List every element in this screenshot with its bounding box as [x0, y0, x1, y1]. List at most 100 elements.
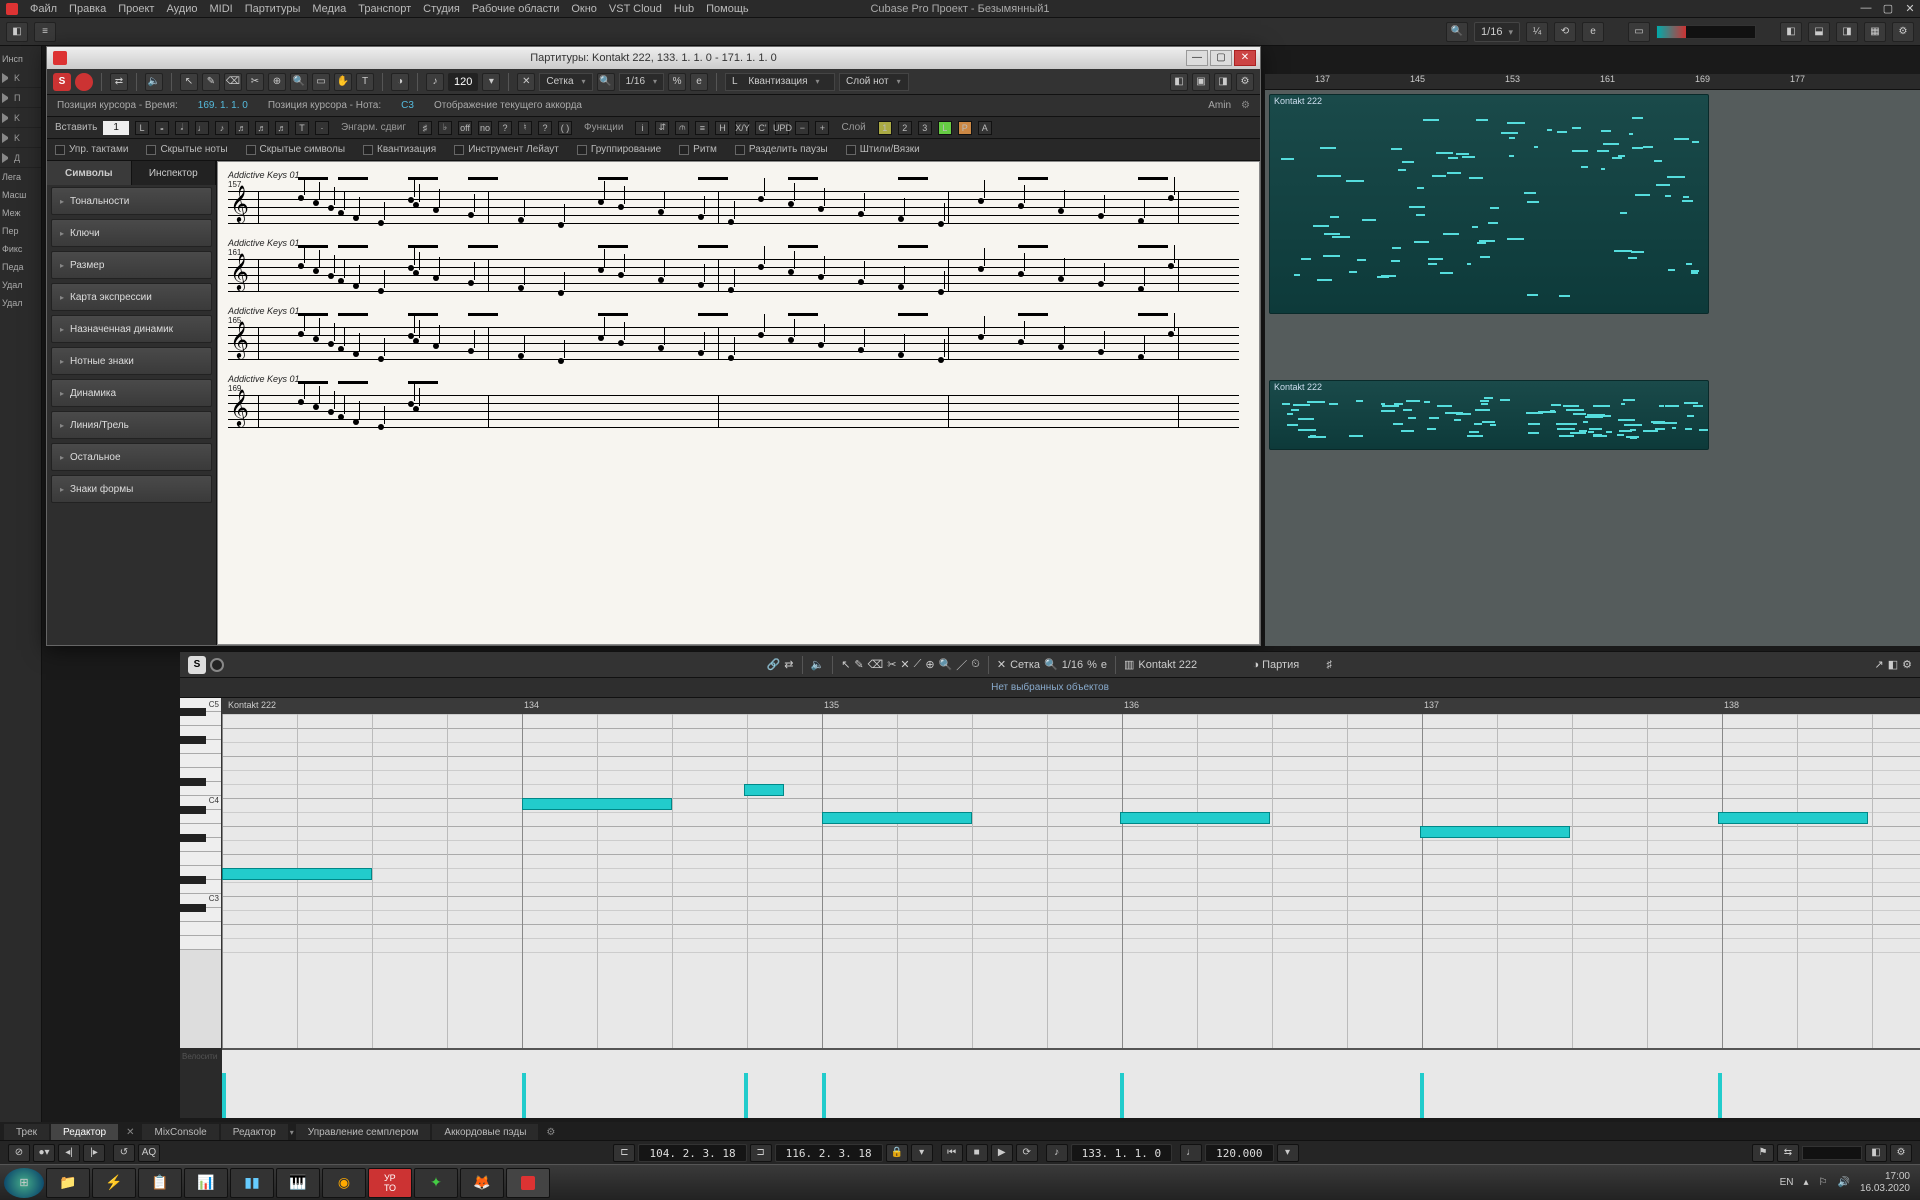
velocity-bar[interactable] [1420, 1073, 1424, 1118]
filter-quantize[interactable]: Квантизация [363, 144, 436, 155]
ke-draw-icon[interactable]: ✎ [854, 658, 863, 671]
midi-note[interactable] [1420, 826, 1570, 838]
menu-audio[interactable]: Аудио [166, 3, 197, 15]
score-close-icon[interactable]: ✕ [1234, 50, 1256, 66]
ke-showpart-icon[interactable]: ♯ [1326, 659, 1332, 671]
note-layer-dropdown[interactable]: Слой нот [839, 73, 909, 91]
locator-menu-icon[interactable]: ▾ [911, 1144, 933, 1162]
note-grid[interactable]: Kontakt 222 134135136137138 [222, 698, 1920, 1048]
quantize-label-dropdown[interactable]: L Квантизация [725, 73, 835, 91]
ke-trim-icon[interactable]: ✂ [887, 658, 896, 671]
taskbar-explorer-icon[interactable]: 📁 [46, 1168, 90, 1198]
pointer-tool-icon[interactable]: ↖ [180, 73, 198, 91]
midi-note[interactable] [222, 868, 372, 880]
menu-midi[interactable]: MIDI [209, 3, 232, 15]
transport-layout-icon[interactable]: ◧ [1865, 1144, 1887, 1162]
taskbar-keys-icon[interactable]: 🎹 [276, 1168, 320, 1198]
fn-beam-icon[interactable]: ≡ [695, 121, 709, 135]
fn-plus-icon[interactable]: + [815, 121, 829, 135]
layer-p-button[interactable]: P [958, 121, 972, 135]
ke-link-icon[interactable]: 🔗 [767, 658, 781, 671]
q-settings2-icon[interactable]: e [690, 73, 708, 91]
sync-icon[interactable]: ⇆ [1777, 1144, 1799, 1162]
snap-icon[interactable]: ✕ [517, 73, 535, 91]
tab-editor2[interactable]: Редактор [221, 1124, 288, 1141]
taskbar-stats-icon[interactable]: 📊 [184, 1168, 228, 1198]
autoscroll-icon[interactable]: ⇄ [110, 73, 128, 91]
acc-note-signs[interactable]: Нотные знаки [51, 347, 212, 375]
velocity-bar[interactable] [822, 1073, 826, 1118]
ke-quantize-dropdown[interactable]: 1/16 [1062, 659, 1083, 671]
ke-glue-icon[interactable]: ⊕ [925, 658, 934, 671]
menu-edit[interactable]: Правка [69, 3, 106, 15]
cycle-icon[interactable]: ⟳ [1016, 1144, 1038, 1162]
panel-racks-icon[interactable]: ▦ [1864, 22, 1886, 42]
taskbar-app2-icon[interactable]: УРТО [368, 1168, 412, 1198]
t-button[interactable]: T [295, 121, 309, 135]
tab-track[interactable]: Трек [4, 1124, 49, 1141]
track-row[interactable]: K [0, 128, 41, 148]
enh-no-icon[interactable]: no [478, 121, 492, 135]
close-icon[interactable]: ✕ [1904, 2, 1916, 15]
track-row[interactable]: K [0, 68, 41, 88]
fn-flip-icon[interactable]: ⇵ [655, 121, 669, 135]
erase-tool-icon[interactable]: ⌫ [224, 73, 242, 91]
tab-sampler[interactable]: Управление семплером [296, 1124, 431, 1141]
midi-note[interactable] [744, 784, 784, 796]
quantize-preset-dropdown[interactable]: 1/16 [619, 73, 664, 91]
enh-paren-icon[interactable]: ( ) [558, 121, 572, 135]
ke-autoscroll-icon[interactable]: ⇄ [784, 658, 793, 671]
acc-clefs[interactable]: Ключи [51, 219, 212, 247]
insert-value-field[interactable]: 1 [103, 121, 129, 135]
layer-a-button[interactable]: A [978, 121, 992, 135]
q-apply-icon[interactable]: ¼ [1526, 22, 1548, 42]
filter-rhythm[interactable]: Ритм [679, 144, 717, 155]
acc-dynamics-map[interactable]: Назначенная динамик [51, 315, 212, 343]
velocity-bar[interactable] [744, 1073, 748, 1118]
ke-qsettings-icon[interactable]: e [1101, 659, 1107, 671]
piano-keyboard[interactable]: C5C4C3 [180, 698, 222, 1048]
layer-l-button[interactable]: L [938, 121, 952, 135]
fn-c-icon[interactable]: C' [755, 121, 769, 135]
velocity-bar[interactable] [1718, 1073, 1722, 1118]
fn-hide-icon[interactable]: H [715, 121, 729, 135]
panel-left-icon[interactable]: ◧ [1780, 22, 1802, 42]
midi-note[interactable] [822, 812, 972, 824]
layout-tool-icon[interactable]: ▭ [312, 73, 330, 91]
arrange-ruler[interactable]: 137145153161169177 [1265, 74, 1920, 90]
note-icon[interactable]: ♪ [426, 73, 444, 91]
menu-window[interactable]: Окно [571, 3, 597, 15]
hand-tool-icon[interactable]: ✋ [334, 73, 352, 91]
ke-snap-type-dropdown[interactable]: Сетка [1010, 659, 1040, 671]
channel-toggle-icon[interactable]: ≡ [34, 22, 56, 42]
glue-tool-icon[interactable]: ⊕ [268, 73, 286, 91]
staff[interactable]: Addictive Keys 01169𝄞 [228, 374, 1239, 435]
ke-snap-icon[interactable]: ✕ [997, 658, 1006, 671]
play-icon[interactable]: ▶ [991, 1144, 1013, 1162]
taskbar-app1-icon[interactable]: ◉ [322, 1168, 366, 1198]
staff[interactable]: Addictive Keys 01165𝄞 [228, 306, 1239, 367]
enh-q2-icon[interactable]: ? [538, 121, 552, 135]
note-half-icon[interactable]: 𝅗𝅥 [175, 121, 189, 135]
close-tab-icon[interactable]: ✕ [120, 1127, 140, 1138]
taskbar-cubase-icon[interactable] [506, 1168, 550, 1198]
ke-qpercent-icon[interactable]: % [1087, 659, 1097, 671]
zoom-tool-icon[interactable]: 🔍 [290, 73, 308, 91]
left-locator-field[interactable]: 104. 2. 3. 18 [638, 1144, 746, 1162]
menu-scores[interactable]: Партитуры [245, 3, 301, 15]
velocity-bar[interactable] [522, 1073, 526, 1118]
tray-lang[interactable]: EN [1780, 1177, 1794, 1188]
layout-left-icon[interactable]: ◧ [1170, 73, 1188, 91]
layout-mid-icon[interactable]: ▣ [1192, 73, 1210, 91]
ke-popout-icon[interactable]: ↗ [1875, 658, 1884, 671]
enh-flat-icon[interactable]: ♭ [438, 121, 452, 135]
track-row[interactable]: K [0, 108, 41, 128]
rewind-icon[interactable]: ⏮ [941, 1144, 963, 1162]
panel-right-icon[interactable]: ◨ [1836, 22, 1858, 42]
acc-keys[interactable]: Тональности [51, 187, 212, 215]
menu-vstcloud[interactable]: VST Cloud [609, 3, 662, 15]
midi-note[interactable] [522, 798, 672, 810]
acc-timesig[interactable]: Размер [51, 251, 212, 279]
color-icon[interactable]: ▭ [1628, 22, 1650, 42]
punch-in-icon[interactable]: ◂| [58, 1144, 80, 1162]
